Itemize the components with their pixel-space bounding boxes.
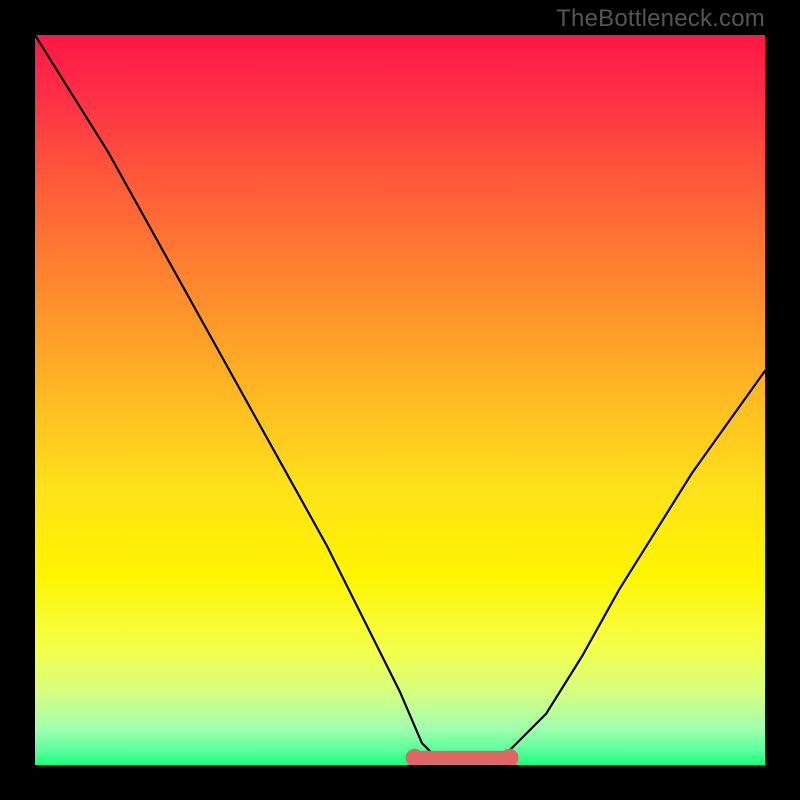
plot-area <box>35 35 765 765</box>
watermark-text: TheBottleneck.com <box>556 5 765 33</box>
gradient-background <box>35 35 765 765</box>
chart-svg <box>35 35 765 765</box>
chart-frame: TheBottleneck.com <box>0 0 800 800</box>
